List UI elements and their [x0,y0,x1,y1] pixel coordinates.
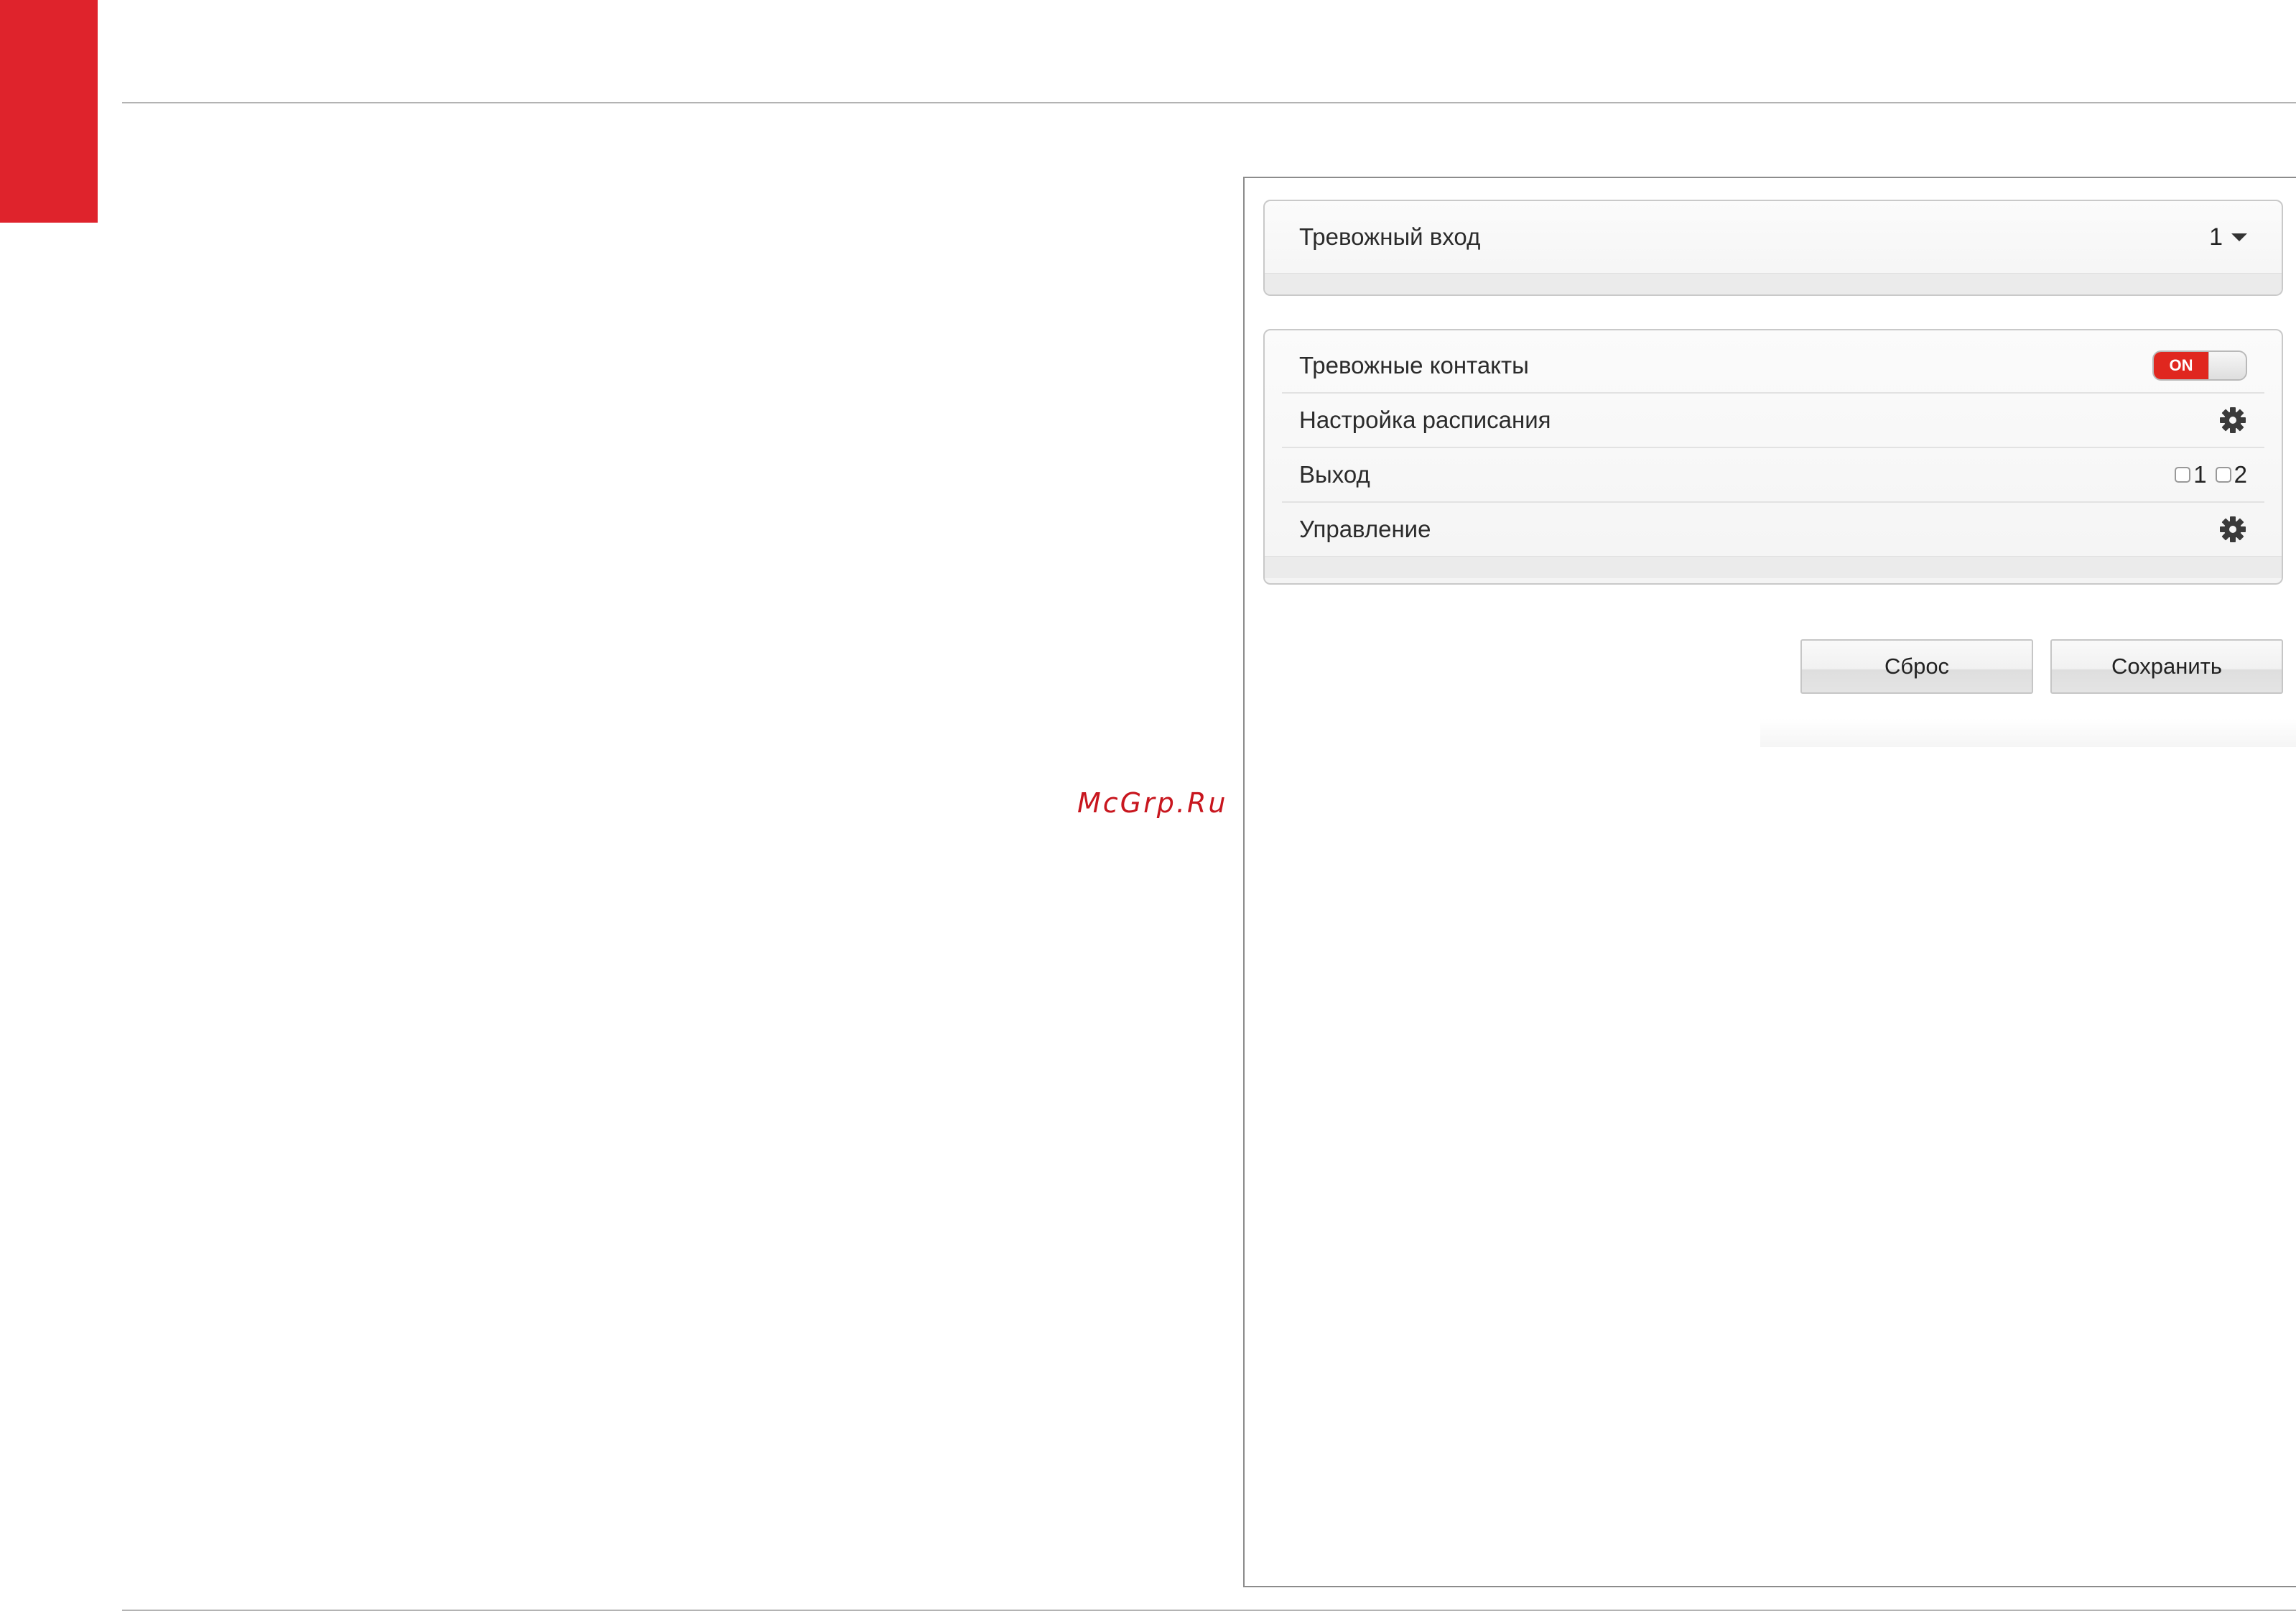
output-row: Выход 1 2 [1282,448,2264,503]
alarm-input-panel: Тревожный вход 1 [1263,200,2283,296]
toggle-knob [2208,352,2246,379]
panel-footer [1265,556,2282,578]
alarm-settings-panel: Тревожные контакты ON Настройка расписан… [1263,329,2283,585]
alarm-input-row: Тревожный вход 1 [1282,201,2264,273]
gear-icon[interactable] [2218,515,2247,544]
output-1-checkbox[interactable] [2175,467,2191,483]
schedule-row: Настройка расписания [1282,394,2264,448]
reset-button[interactable]: Сброс [1800,639,2033,694]
control-label: Управление [1299,516,1431,542]
output-2-label: 2 [2234,461,2247,488]
chevron-down-icon [2231,233,2247,241]
watermark-text: McGrp.Ru [1077,787,1228,819]
header-divider [122,102,2296,103]
control-row: Управление [1282,503,2264,556]
brand-color-tab [0,0,98,223]
alarm-contacts-toggle[interactable]: ON [2152,350,2247,381]
alarm-input-select[interactable]: 1 [2209,223,2247,251]
panel-footer [1265,273,2282,294]
save-button[interactable]: Сохранить [2050,639,2283,694]
schedule-label: Настройка расписания [1299,407,1551,433]
output-label: Выход [1299,461,1370,488]
alarm-contacts-label: Тревожные контакты [1299,352,1529,379]
output-checkboxes: 1 2 [2169,461,2247,488]
gear-icon[interactable] [2218,406,2247,435]
output-2-checkbox[interactable] [2215,467,2231,483]
toggle-state-label: ON [2154,352,2208,379]
settings-screenshot-frame: Тревожный вход 1 Тревожные контакты ON Н… [1243,177,2296,1587]
alarm-input-label: Тревожный вход [1299,223,1481,250]
output-1-label: 1 [2193,461,2207,488]
button-area-shadow [1760,718,2296,747]
alarm-contacts-row: Тревожные контакты ON [1282,339,2264,394]
alarm-input-value: 1 [2209,223,2223,251]
